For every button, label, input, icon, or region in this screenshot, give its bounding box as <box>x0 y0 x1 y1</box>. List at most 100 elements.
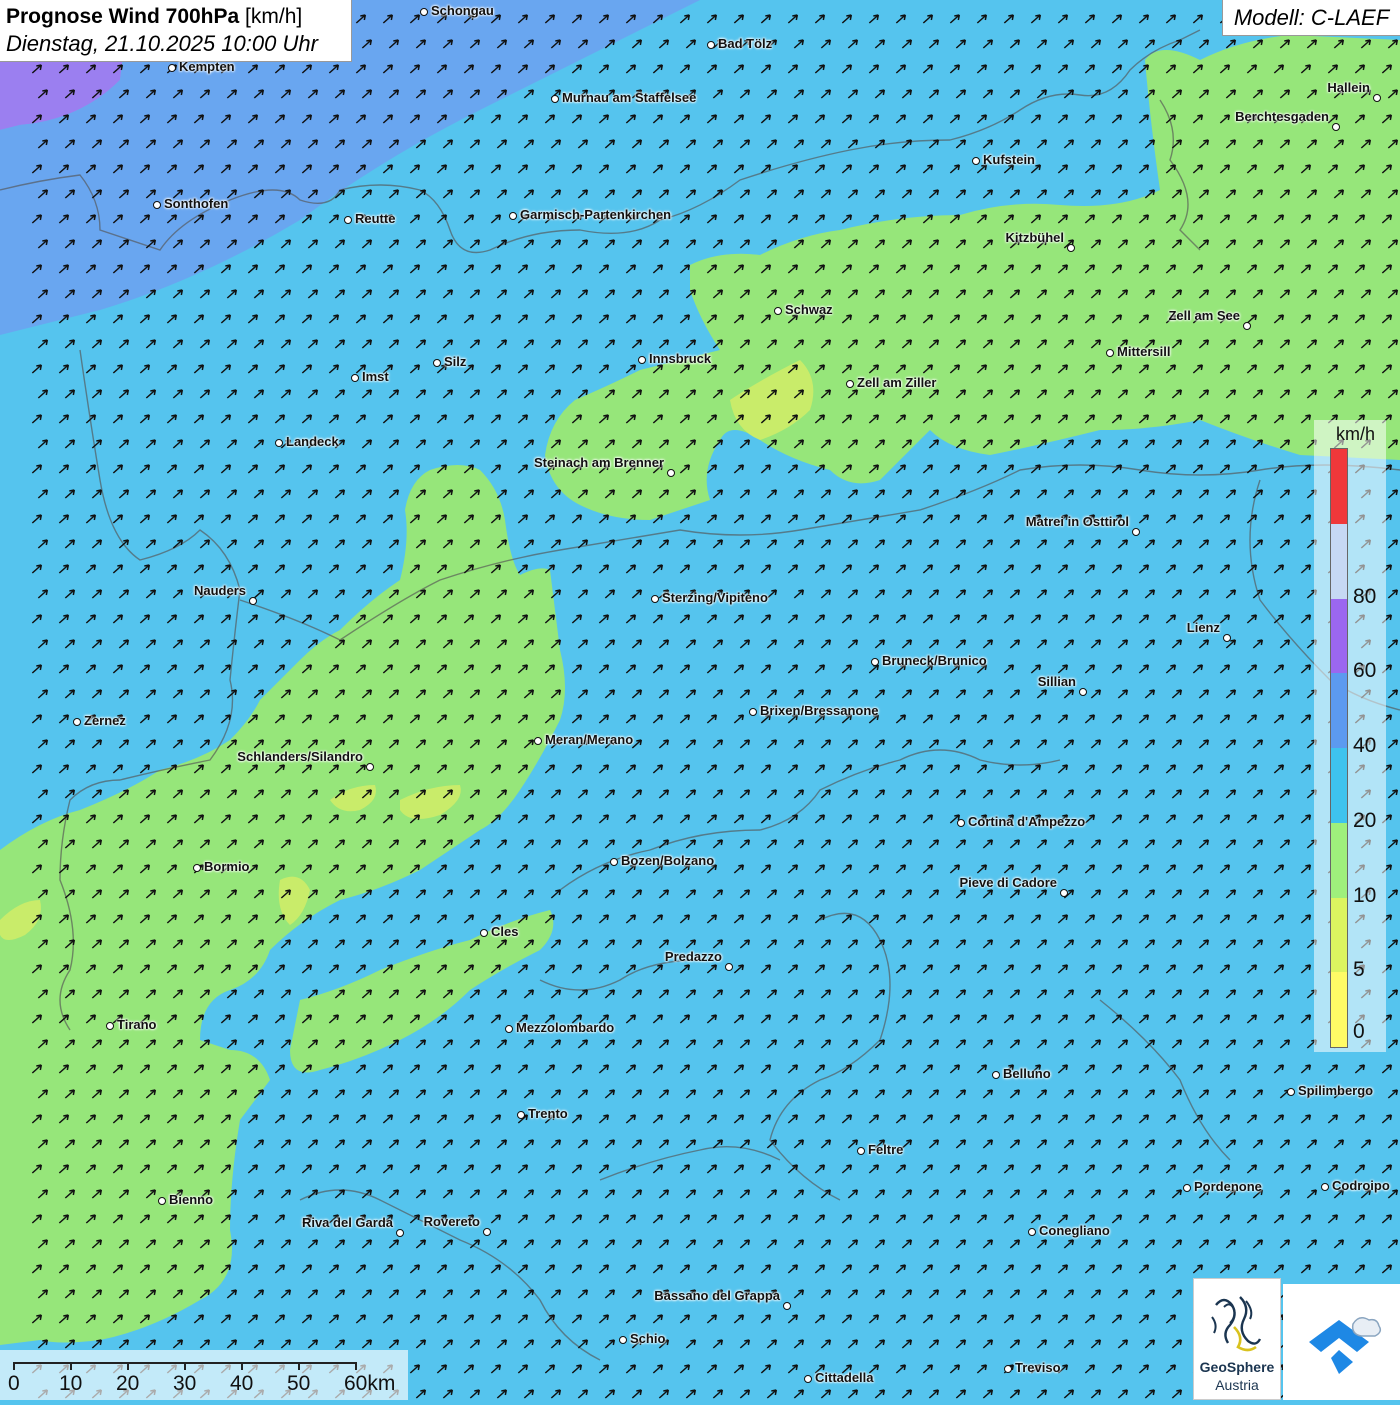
geosphere-country: Austria <box>1215 1377 1259 1393</box>
legend-segment <box>1331 897 1347 973</box>
city-label: Belluno <box>1003 1066 1051 1081</box>
city-marker-icon <box>1321 1183 1329 1191</box>
city-label: Lienz <box>1186 620 1220 635</box>
scale-label: 50 <box>287 1372 311 1395</box>
city-label: Zernez <box>84 713 126 728</box>
city-label: Hallein <box>1327 80 1370 95</box>
city-label: Sillian <box>1037 674 1076 689</box>
city-label: Bienno <box>169 1192 214 1207</box>
city-marker-icon <box>193 864 201 872</box>
city-marker-icon <box>804 1375 812 1383</box>
city-label: Schlanders/Silandro <box>237 749 363 764</box>
city-label: Rovereto <box>423 1214 480 1229</box>
city-label: Mittersill <box>1117 344 1171 359</box>
legend-tick-label: 80 <box>1353 584 1377 608</box>
city-marker-icon <box>73 718 81 726</box>
city-label: Steinach am Brenner <box>533 455 664 470</box>
city-marker-icon <box>275 439 283 447</box>
legend-segment <box>1331 449 1347 524</box>
city-label: Landeck <box>286 434 339 449</box>
scale-tick <box>127 1362 129 1370</box>
city-marker-icon <box>480 929 488 937</box>
city-marker-icon <box>351 374 359 382</box>
city-marker-icon <box>420 8 428 16</box>
city-label: Innsbruck <box>649 351 712 366</box>
legend-segment <box>1331 972 1347 1047</box>
scale-bar: 0 10 20 30 40 50 60km <box>0 1350 408 1400</box>
city-marker-icon <box>366 763 374 771</box>
city-label: Cittadella <box>815 1370 874 1385</box>
weather-app-logo[interactable] <box>1283 1284 1400 1400</box>
legend-tick-label: 5 <box>1353 958 1365 982</box>
city-marker-icon <box>534 737 542 745</box>
city-marker-icon <box>1287 1088 1295 1096</box>
city-marker-icon <box>638 356 646 364</box>
city-label: Murnau am Staffelsee <box>562 90 697 105</box>
city-label: Tirano <box>117 1017 157 1032</box>
legend-segment <box>1331 673 1347 748</box>
city-marker-icon <box>433 359 441 367</box>
geosphere-logo-icon <box>1211 1296 1262 1352</box>
scale-label: 40 <box>230 1372 254 1395</box>
weather-app-logo-icon <box>1309 1317 1382 1374</box>
scale-tick <box>184 1362 186 1370</box>
city-marker-icon <box>1067 244 1075 252</box>
city-marker-icon <box>249 597 257 605</box>
city-marker-icon <box>168 64 176 72</box>
city-marker-icon <box>483 1228 491 1236</box>
city-marker-icon <box>619 1336 627 1344</box>
city-marker-icon <box>1183 1184 1191 1192</box>
title-box: Prognose Wind 700hPa [km/h] Dienstag, 21… <box>0 0 352 62</box>
city-label: Zell am See <box>1168 308 1240 323</box>
city-marker-icon <box>1373 94 1381 102</box>
city-label: Mezzolombardo <box>516 1020 615 1035</box>
city-label: Bassano del Grappa <box>654 1288 780 1303</box>
city-marker-icon <box>1332 123 1340 131</box>
city-label: Cles <box>491 924 519 939</box>
city-marker-icon <box>505 1025 513 1033</box>
city-marker-icon <box>153 201 161 209</box>
city-marker-icon <box>667 469 675 477</box>
city-marker-icon <box>1060 889 1068 897</box>
city-marker-icon <box>972 157 980 165</box>
city-label: Garmisch-Partenkirchen <box>520 207 672 222</box>
city-label: Sterzing/Vipiteno <box>662 590 768 605</box>
legend-tick-label: 20 <box>1353 808 1377 832</box>
city-label: Conegliano <box>1039 1223 1110 1238</box>
geosphere-logo[interactable]: GeoSphere Austria <box>1193 1278 1281 1400</box>
city-marker-icon <box>783 1302 791 1310</box>
city-label: Trento <box>528 1106 568 1121</box>
legend-tick-label: 10 <box>1353 883 1377 907</box>
scale-label: 30 <box>173 1372 197 1395</box>
model-label: Modell: C-LAEF <box>1222 0 1400 36</box>
title-main: Prognose Wind 700hPa <box>6 5 240 28</box>
city-label: Cortina d'Ampezzo <box>968 814 1086 829</box>
legend-segment <box>1331 822 1347 898</box>
city-label: Kempten <box>179 59 235 74</box>
city-label: Riva del Garda <box>301 1215 393 1230</box>
city-marker-icon <box>1106 349 1114 357</box>
city-label: Reutte <box>355 211 396 226</box>
city-marker-icon <box>509 212 517 220</box>
city-label: Schio <box>630 1331 666 1346</box>
city-label: Imst <box>362 369 389 384</box>
scale-label: 10 <box>59 1372 83 1395</box>
city-marker-icon <box>871 658 879 666</box>
scale-tick <box>70 1362 72 1370</box>
city-label: Sonthofen <box>164 196 229 211</box>
scale-label: 0 <box>8 1372 20 1395</box>
city-label: Schwaz <box>785 302 833 317</box>
scale-label: 20 <box>116 1372 140 1395</box>
city-marker-icon <box>1028 1228 1036 1236</box>
city-marker-icon <box>610 858 618 866</box>
city-label: Predazzo <box>664 949 722 964</box>
legend-segment <box>1331 598 1347 674</box>
city-marker-icon <box>551 95 559 103</box>
scale-label: 60km <box>344 1372 396 1395</box>
city-marker-icon <box>725 963 733 971</box>
city-label: Feltre <box>868 1142 904 1157</box>
city-label: Berchtesgaden <box>1235 109 1329 124</box>
city-label: Pieve di Cadore <box>959 875 1057 890</box>
city-label: Matrei in Osttirol <box>1025 514 1129 529</box>
city-marker-icon <box>1004 1365 1012 1373</box>
